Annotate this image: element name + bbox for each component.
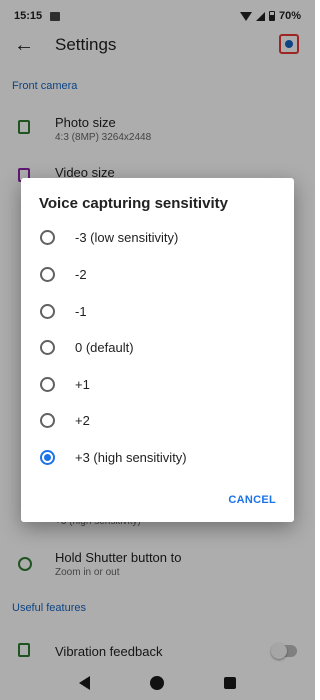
radio-button[interactable] — [40, 267, 55, 282]
option-label: -1 — [75, 304, 87, 319]
option-label: +3 (high sensitivity) — [75, 450, 187, 465]
radio-button[interactable] — [40, 413, 55, 428]
option-minus-3[interactable]: -3 (low sensitivity) — [21, 219, 294, 255]
option-minus-2[interactable]: -2 — [21, 256, 294, 292]
nav-back-icon[interactable] — [79, 675, 90, 690]
option-label: +1 — [75, 377, 90, 392]
nav-recents-icon[interactable] — [224, 676, 236, 689]
option-label: +2 — [75, 413, 90, 428]
option-minus-1[interactable]: -1 — [21, 293, 294, 329]
radio-button[interactable] — [40, 377, 55, 392]
dialog-title: Voice capturing sensitivity — [39, 195, 228, 212]
radio-button[interactable] — [40, 304, 55, 319]
radio-button[interactable] — [40, 230, 55, 245]
option-plus-3[interactable]: +3 (high sensitivity) — [21, 439, 294, 475]
radio-button[interactable] — [40, 340, 55, 355]
option-label: 0 (default) — [75, 340, 134, 355]
option-plus-1[interactable]: +1 — [21, 366, 294, 402]
option-label: -2 — [75, 267, 87, 282]
nav-home-icon[interactable] — [150, 675, 164, 690]
radio-button-checked[interactable] — [40, 450, 55, 465]
option-plus-2[interactable]: +2 — [21, 402, 294, 438]
navigation-bar — [0, 665, 315, 700]
option-zero[interactable]: 0 (default) — [21, 329, 294, 365]
option-label: -3 (low sensitivity) — [75, 230, 179, 245]
cancel-button[interactable]: CANCEL — [228, 494, 276, 506]
sensitivity-dialog: Voice capturing sensitivity -3 (low sens… — [21, 178, 294, 522]
